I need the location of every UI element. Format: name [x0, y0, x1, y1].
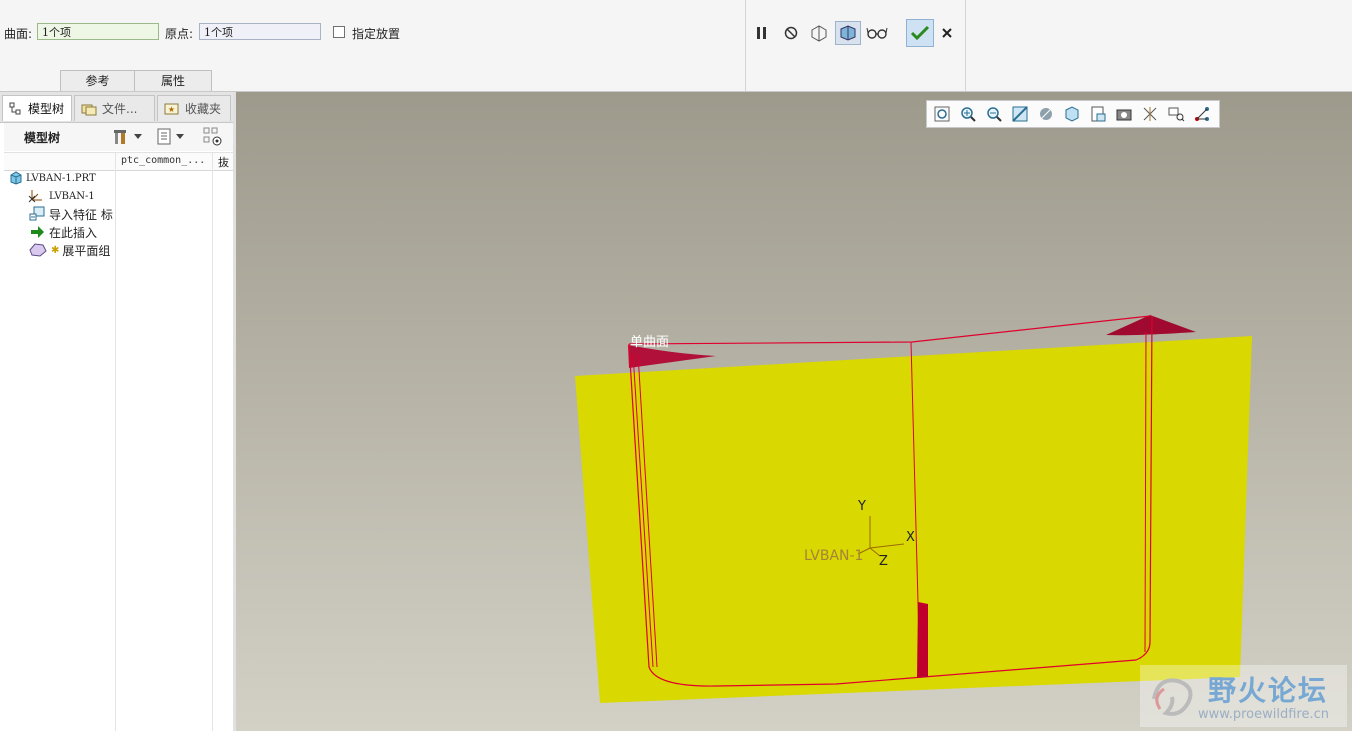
- tree-item-csys[interactable]: LVBAN-1: [28, 187, 95, 205]
- dashboard-separator: [745, 0, 746, 91]
- no-preview-icon: [784, 26, 798, 40]
- csys-axis-y: Y: [858, 499, 866, 514]
- csys-name: LVBAN-1: [804, 548, 864, 564]
- tree-item-label: LVBAN-1.PRT: [26, 172, 96, 184]
- navigator-tabs: 模型树 文件... ★ 收藏夹: [0, 92, 233, 123]
- pause-button[interactable]: [751, 22, 773, 44]
- surface-label: 曲面:: [4, 27, 33, 41]
- tab-model-tree-label: 模型树: [28, 102, 65, 116]
- cancel-button[interactable]: [936, 22, 958, 44]
- column-header-extra[interactable]: 抜: [218, 154, 229, 170]
- model-tree-toolbar: 模型树: [4, 123, 233, 151]
- column-divider: [212, 152, 213, 731]
- tab-favorites[interactable]: ★ 收藏夹: [157, 95, 231, 121]
- tree-filter-icon: [203, 127, 222, 146]
- pause-icon: [757, 27, 766, 39]
- navigator-panel: 模型树 文件... ★ 收藏夹 模型树 ptc_common_... 抜 LVB…: [0, 92, 234, 731]
- placement-checkbox[interactable]: [333, 26, 345, 38]
- no-preview-button[interactable]: [780, 22, 802, 44]
- tree-filters-button[interactable]: [202, 126, 224, 148]
- watermark-logo-icon: [1152, 678, 1193, 716]
- tab-folder-label: 文件...: [102, 102, 138, 116]
- svg-text:★: ★: [168, 105, 175, 114]
- attached-preview-button[interactable]: [808, 22, 830, 44]
- import-feature-icon: [29, 206, 45, 221]
- folder-icon: [81, 104, 97, 115]
- preview-surface-icon: [840, 25, 856, 41]
- tree-item-label: 导入特征 标: [49, 207, 113, 222]
- tools-icon: [114, 130, 126, 144]
- surface-label: 单曲面: [630, 335, 670, 350]
- verify-mode-button[interactable]: [866, 22, 888, 44]
- placement-label: 指定放置: [352, 27, 401, 41]
- chevron-down-icon: [134, 134, 142, 139]
- flatten-quilt-icon: [29, 243, 47, 257]
- watermark-title: 野火论坛: [1208, 674, 1329, 707]
- preview-geometry-icon: [811, 25, 827, 42]
- graphics-window[interactable]: 单曲面 Y X Z LVBAN-1 野火论坛 www.proewildfire.…: [236, 92, 1352, 731]
- column-divider: [115, 152, 116, 731]
- tree-item-flatten[interactable]: ✱ 展平面组: [28, 241, 110, 259]
- dashboard-separator: [965, 0, 966, 91]
- show-dropdown[interactable]: [156, 127, 192, 147]
- list-icon: [157, 128, 171, 145]
- origin-label: 原点:: [165, 27, 194, 41]
- model-tree-title: 模型树: [24, 131, 61, 145]
- part-icon: [10, 171, 22, 185]
- surface-curl-right: [1106, 315, 1196, 336]
- tree-item-label: 展平面组: [62, 243, 111, 258]
- feature-dashboard: 曲面: 1个项 原点: 1个项 指定放置 参考 属性: [0, 0, 1352, 92]
- favorites-icon: ★: [164, 103, 179, 114]
- tab-properties[interactable]: 属性: [134, 70, 212, 91]
- feature-preview-button[interactable]: [835, 21, 861, 45]
- dashboard-collectors: 曲面: 1个项 原点: 1个项 指定放置 参考 属性: [0, 0, 745, 91]
- chevron-down-icon: [176, 134, 184, 139]
- surface-collector[interactable]: 1个项: [37, 23, 159, 40]
- tree-item-label: LVBAN-1: [49, 190, 95, 202]
- checkmark-icon: [910, 25, 930, 41]
- csys-icon: [28, 190, 42, 203]
- model-viewport: [575, 315, 1252, 703]
- tab-model-tree[interactable]: 模型树: [2, 95, 72, 121]
- tab-folder-browser[interactable]: 文件...: [74, 95, 155, 121]
- surface-edge: [628, 315, 1151, 345]
- model-tree-icon: [9, 102, 21, 114]
- column-header-parameter[interactable]: ptc_common_...: [121, 155, 205, 166]
- seam-highlight: [917, 602, 928, 678]
- tree-item-part[interactable]: LVBAN-1.PRT: [9, 169, 96, 187]
- glasses-icon: [866, 27, 888, 39]
- new-feature-star-icon: ✱: [51, 244, 60, 256]
- ok-button[interactable]: [906, 19, 934, 47]
- tab-references[interactable]: 参考: [60, 70, 135, 91]
- tree-item-label: 在此插入: [49, 225, 98, 240]
- tree-item-import[interactable]: 导入特征 标: [28, 205, 113, 223]
- tab-favorites-label: 收藏夹: [185, 102, 222, 116]
- close-icon: [942, 28, 952, 38]
- watermark: 野火论坛 www.proewildfire.cn: [1140, 665, 1347, 727]
- origin-collector[interactable]: 1个项: [199, 23, 321, 40]
- csys-axis-z: Z: [879, 554, 888, 569]
- tree-item-insert-here[interactable]: 在此插入: [30, 223, 97, 241]
- watermark-url: www.proewildfire.cn: [1198, 707, 1329, 722]
- insert-here-arrow-icon: [31, 226, 44, 238]
- csys-axis-x: X: [906, 530, 915, 545]
- settings-dropdown[interactable]: [112, 127, 148, 147]
